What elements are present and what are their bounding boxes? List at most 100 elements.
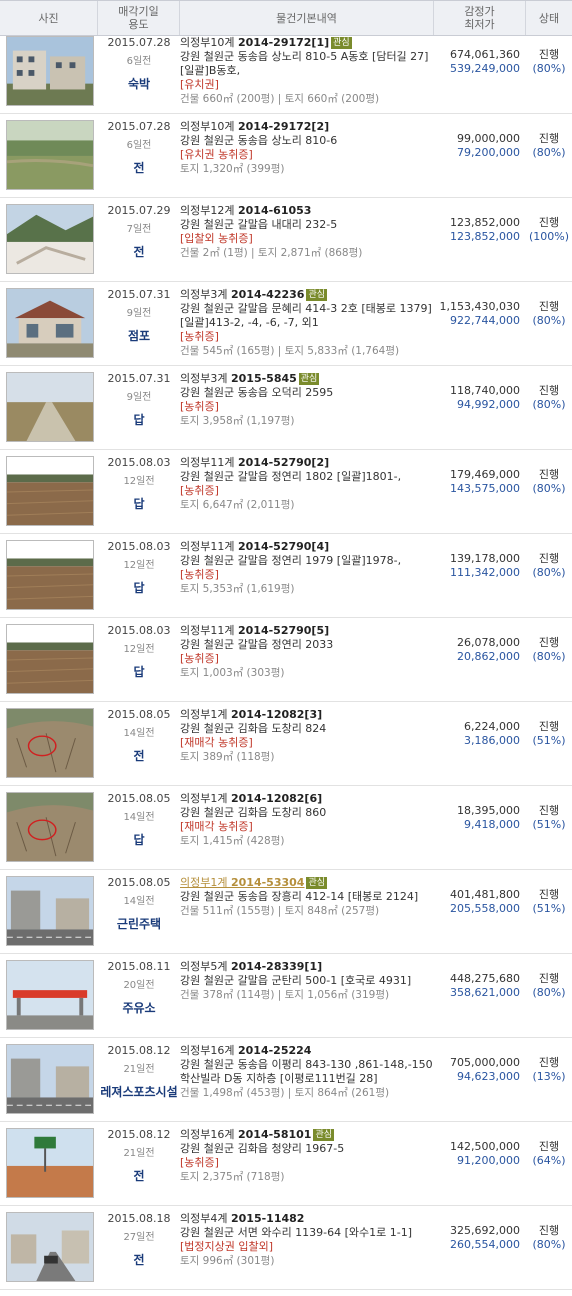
status-cell: 진행 (51%) — [526, 786, 572, 869]
minimum-price: 20,862,000 — [457, 650, 520, 663]
table-row[interactable]: 2015.08.03 12일전 답 의정부11계 2014-52790[4] 강원 철원… — [0, 534, 572, 618]
info-cell: 의정부11계 2014-52790[4] 강원 철원군 갈말읍 정연리 1979 … — [180, 534, 434, 617]
status-cell: 진행 (51%) — [526, 870, 572, 953]
status-text: 진행 — [538, 48, 560, 61]
days-left: 9일전 — [126, 308, 152, 319]
court-name: 의정부3계 — [180, 372, 228, 385]
property-use: 주유소 — [122, 1001, 156, 1015]
property-address: 강원 철원군 동송읍 이평리 843-130 ,861-148,-150 학산빌… — [180, 1058, 433, 1085]
minimum-price: 3,186,000 — [464, 734, 520, 747]
interest-badge[interactable]: 관심 — [298, 373, 320, 385]
property-photo[interactable] — [6, 708, 94, 778]
status-cell: 진행 (80%) — [526, 534, 572, 617]
interest-badge[interactable]: 관심 — [331, 37, 352, 49]
table-row[interactable]: 2015.08.11 20일전 주유소 의정부5계 2014-28339[1] 강원 철… — [0, 954, 572, 1038]
case-link[interactable]: 의정부1계 2014-12082[3] — [180, 708, 322, 721]
price-cell: 674,061,360 539,249,000 — [434, 36, 526, 113]
special-notes: [재매각 농취증] — [180, 820, 253, 833]
case-link[interactable]: 의정부11계 2014-52790[4] — [180, 540, 329, 553]
court-name: 의정부11계 — [180, 456, 235, 469]
property-photo[interactable] — [6, 540, 94, 610]
auction-date: 2015.08.05 — [107, 708, 171, 721]
minimum-price: 94,992,000 — [457, 398, 520, 411]
minimum-price: 922,744,000 — [450, 314, 520, 327]
property-photo[interactable] — [6, 456, 94, 526]
table-row[interactable]: 2015.08.12 21일전 전 의정부16계 2014-58101 관심 강원 철원군… — [0, 1122, 572, 1206]
minimum-price: 143,575,000 — [450, 482, 520, 495]
property-photo[interactable] — [6, 1212, 94, 1282]
property-photo[interactable] — [6, 1044, 94, 1114]
appraisal-price: 99,000,000 — [457, 132, 520, 145]
case-link[interactable]: 의정부10계 2014-29172[2] — [180, 120, 329, 133]
price-cell: 179,469,000 143,575,000 — [434, 450, 526, 533]
min-price-ratio: (80%) — [532, 62, 566, 75]
date-cell: 2015.07.31 9일전 점포 — [98, 282, 180, 365]
table-row[interactable]: 2015.08.03 12일전 답 의정부11계 2014-52790[5] 강원 철원… — [0, 618, 572, 702]
table-row[interactable]: 2015.08.05 14일전 근린주택 의정부1계 2014-53304 관심 강원 철… — [0, 870, 572, 954]
info-cell: 의정부12계 2014-61053 강원 철원군 갈말읍 내대리 232-5 [입찰… — [180, 198, 434, 281]
case-link[interactable]: 의정부5계 2014-28339[1] — [180, 960, 322, 973]
property-area: 토지 996㎡ (301평) — [180, 1255, 275, 1267]
date-cell: 2015.08.12 21일전 전 — [98, 1122, 180, 1205]
court-name: 의정부11계 — [180, 540, 235, 553]
property-photo[interactable] — [6, 876, 94, 946]
property-photo[interactable] — [6, 288, 94, 358]
case-link[interactable]: 의정부12계 2014-61053 — [180, 204, 311, 217]
property-photo[interactable] — [6, 960, 94, 1030]
case-link[interactable]: 의정부11계 2014-52790[5] — [180, 624, 329, 637]
auction-date: 2015.07.28 — [107, 120, 171, 133]
appraisal-price: 118,740,000 — [450, 384, 520, 397]
case-link[interactable]: 의정부10계 2014-29172[1] — [180, 36, 329, 49]
property-use: 근린주택 — [116, 917, 162, 931]
special-notes: [농취증] — [180, 484, 219, 497]
property-area: 토지 2,375㎡ (718평) — [180, 1171, 285, 1183]
table-row[interactable]: 2015.08.18 27일전 전 의정부4계 2015-11482 강원 철원군 서면… — [0, 1206, 572, 1290]
property-photo[interactable] — [6, 120, 94, 190]
status-text: 진행 — [538, 132, 560, 145]
property-photo[interactable] — [6, 36, 94, 106]
court-name: 의정부5계 — [180, 960, 228, 973]
case-number: 2014-53304 — [230, 876, 305, 889]
min-price-ratio: (13%) — [532, 1070, 566, 1083]
days-left: 6일전 — [126, 140, 152, 151]
case-link[interactable]: 의정부16계 2014-25224 — [180, 1044, 311, 1057]
auction-date: 2015.07.29 — [107, 204, 171, 217]
property-photo[interactable] — [6, 792, 94, 862]
table-row[interactable]: 2015.08.12 21일전 레져스포츠시설 의정부16계 2014-25224 강원… — [0, 1038, 572, 1122]
table-row[interactable]: 2015.08.05 14일전 전 의정부1계 2014-12082[3] 강원 철원군… — [0, 702, 572, 786]
case-link[interactable]: 의정부1계 2014-12082[6] — [180, 792, 322, 805]
property-photo[interactable] — [6, 624, 94, 694]
case-link[interactable]: 의정부11계 2014-52790[2] — [180, 456, 329, 469]
property-photo[interactable] — [6, 1128, 94, 1198]
table-row[interactable]: 2015.07.28 6일전 숙박 의정부10계 2014-29172[1] 관심 강원 … — [0, 36, 572, 114]
appraisal-price: 123,852,000 — [450, 216, 520, 229]
minimum-price: 260,554,000 — [450, 1238, 520, 1251]
property-photo[interactable] — [6, 204, 94, 274]
price-cell: 705,000,000 94,623,000 — [434, 1038, 526, 1121]
case-link[interactable]: 의정부16계 2014-58101 — [180, 1128, 311, 1141]
case-link[interactable]: 의정부3계 2015-5845 — [180, 372, 297, 385]
interest-badge[interactable]: 관심 — [313, 1129, 334, 1141]
info-cell: 의정부1계 2014-53304 관심 강원 철원군 동송읍 장흥리 412-14 … — [180, 870, 434, 953]
table-row[interactable]: 2015.07.31 9일전 답 의정부3계 2015-5845 관심 강원 철원군 동송… — [0, 366, 572, 450]
header-photo: 사진 — [0, 1, 98, 35]
case-number: 2014-52790[4] — [237, 540, 330, 553]
date-cell: 2015.08.11 20일전 주유소 — [98, 954, 180, 1037]
property-use: 답 — [133, 833, 145, 847]
case-link[interactable]: 의정부1계 2014-53304 — [180, 876, 304, 889]
property-area: 건물 660㎡ (200평) | 토지 660㎡ (200평) — [180, 93, 380, 105]
table-row[interactable]: 2015.07.31 9일전 점포 의정부3계 2014-42236 관심 강원 철원군 … — [0, 282, 572, 366]
status-text: 진행 — [538, 1224, 560, 1237]
minimum-price: 539,249,000 — [450, 62, 520, 75]
interest-badge[interactable]: 관심 — [306, 877, 327, 889]
property-photo[interactable] — [6, 372, 94, 442]
table-row[interactable]: 2015.08.05 14일전 답 의정부1계 2014-12082[6] 강원 철원군… — [0, 786, 572, 870]
table-row[interactable]: 2015.08.03 12일전 답 의정부11계 2014-52790[2] 강원 철원… — [0, 450, 572, 534]
case-link[interactable]: 의정부4계 2015-11482 — [180, 1212, 304, 1225]
case-link[interactable]: 의정부3계 2014-42236 — [180, 288, 304, 301]
table-row[interactable]: 2015.07.28 6일전 전 의정부10계 2014-29172[2] 강원 철원군… — [0, 114, 572, 198]
info-cell: 의정부1계 2014-12082[6] 강원 철원군 김화읍 도창리 860 [재매… — [180, 786, 434, 869]
case-number: 2014-42236 — [230, 288, 305, 301]
table-row[interactable]: 2015.07.29 7일전 전 의정부12계 2014-61053 강원 철원군 갈말… — [0, 198, 572, 282]
interest-badge[interactable]: 관심 — [306, 289, 327, 301]
